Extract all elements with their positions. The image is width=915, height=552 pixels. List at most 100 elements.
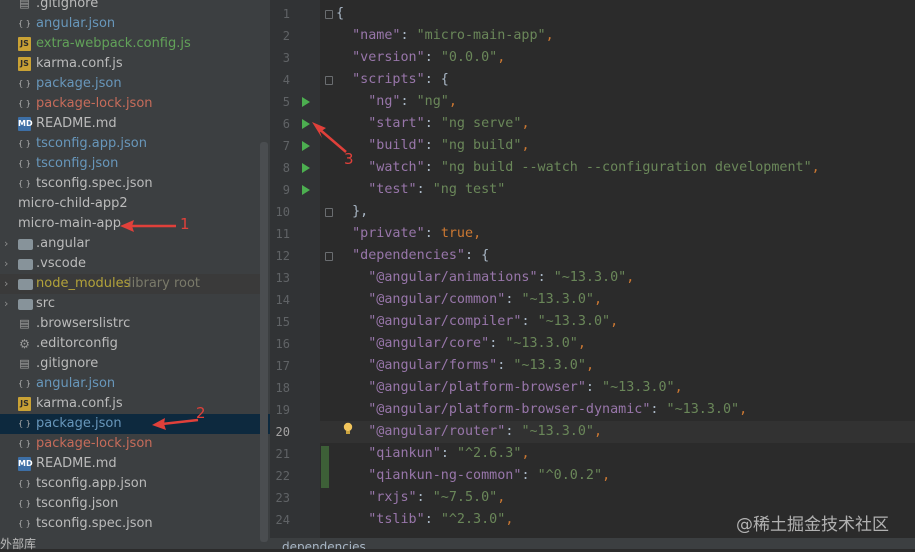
code-token: : xyxy=(424,138,441,153)
chevron-right-icon[interactable]: › xyxy=(4,254,14,274)
line-number: 16 xyxy=(275,337,290,351)
tree-item[interactable]: { } tsconfig.json xyxy=(0,154,260,174)
fold-marker-icon[interactable] xyxy=(325,252,333,261)
line-number: 5 xyxy=(282,95,290,109)
tree-item[interactable]: ▤ .browserslistrc xyxy=(0,314,260,334)
breadcrumb[interactable]: dependencies xyxy=(270,538,915,549)
code-token: "ng" xyxy=(368,94,401,109)
code-token: : xyxy=(440,446,457,461)
code-token: , xyxy=(497,50,506,65)
code-token: { xyxy=(336,6,345,21)
tree-item[interactable]: ▤ .gitignore xyxy=(0,0,260,14)
tree-item[interactable]: { } angular.json xyxy=(0,14,260,34)
json-file-icon: { } xyxy=(18,179,31,188)
tree-item[interactable]: JS karma.conf.js xyxy=(0,54,260,74)
annotation-label-2: 2 xyxy=(196,404,206,422)
code-token: "~13.3.0" xyxy=(553,270,627,285)
sidebar-scrollbar[interactable] xyxy=(260,142,268,542)
run-script-icon[interactable] xyxy=(302,97,310,107)
code-line: "qiankun-ng-common": "^0.0.2", xyxy=(336,465,610,487)
tree-item[interactable]: { } package-lock.json xyxy=(0,94,260,114)
chevron-right-icon[interactable]: › xyxy=(4,234,14,254)
js-file-icon: JS xyxy=(18,397,31,411)
tree-item[interactable]: { } angular.json xyxy=(0,374,260,394)
tree-item[interactable]: { } tsconfig.app.json xyxy=(0,474,260,494)
tree-item-label: package.json xyxy=(36,76,122,91)
tree-item[interactable]: ⚙ .editorconfig xyxy=(0,334,260,354)
code-token: : xyxy=(416,490,433,505)
tree-item[interactable]: › src xyxy=(0,294,260,314)
code-line: "test": "ng test" xyxy=(336,179,505,201)
code-token: "@angular/compiler" xyxy=(368,314,522,329)
tree-item[interactable]: micro-child-app2 xyxy=(0,194,260,214)
line-number: 14 xyxy=(275,293,290,307)
code-line: "@angular/forms": "~13.3.0", xyxy=(336,355,594,377)
code-token: : xyxy=(650,402,667,417)
code-token: , xyxy=(610,314,619,329)
tree-item[interactable]: ▤ .gitignore xyxy=(0,354,260,374)
code-token: : xyxy=(424,116,441,131)
run-script-icon[interactable] xyxy=(302,119,310,129)
code-token: : xyxy=(424,512,441,527)
tree-item[interactable]: › .vscode xyxy=(0,254,260,274)
code-token: : xyxy=(400,94,417,109)
tree-item[interactable]: JS karma.conf.js xyxy=(0,394,260,414)
fold-marker-icon[interactable] xyxy=(325,76,333,85)
tree-item[interactable]: { } tsconfig.json xyxy=(0,494,260,514)
lightbulb-icon[interactable] xyxy=(343,422,353,435)
code-token: "build" xyxy=(368,138,425,153)
text-file-icon: ▤ xyxy=(19,317,30,330)
fold-marker-icon[interactable] xyxy=(325,10,333,19)
tree-item-label: package.json xyxy=(36,416,122,431)
tree-item-label: angular.json xyxy=(36,16,116,31)
annotation-label-1: 1 xyxy=(180,215,190,233)
tree-item[interactable]: MD README.md xyxy=(0,454,260,474)
tree-item[interactable]: › node_modules library root xyxy=(0,274,260,294)
code-token: , xyxy=(585,358,594,373)
json-file-icon: { } xyxy=(18,439,31,448)
json-file-icon: { } xyxy=(18,79,31,88)
tree-item-label: micro-child-app2 xyxy=(18,196,128,211)
chevron-right-icon[interactable]: › xyxy=(4,294,14,314)
annotation-arrow-1 xyxy=(120,220,176,232)
json-file-icon: { } xyxy=(18,99,31,108)
chevron-right-icon[interactable]: › xyxy=(4,274,14,294)
code-token: : xyxy=(505,292,522,307)
tree-item[interactable]: { } package.json xyxy=(0,74,260,94)
fold-marker-icon[interactable] xyxy=(325,208,333,217)
code-token: "ng serve" xyxy=(440,116,522,131)
code-token: "qiankun" xyxy=(368,446,441,461)
line-number: 8 xyxy=(282,161,290,175)
code-token: "qiankun-ng-common" xyxy=(368,468,522,483)
tree-item[interactable]: JS extra-webpack.config.js xyxy=(0,34,260,54)
tree-item[interactable]: { } tsconfig.app.json xyxy=(0,134,260,154)
tree-item[interactable]: MD README.md xyxy=(0,114,260,134)
code-line: "name": "micro-main-app", xyxy=(336,25,554,47)
tree-item[interactable]: { } package.json xyxy=(0,414,270,434)
code-token: , xyxy=(594,424,603,439)
breadcrumb-item[interactable]: dependencies xyxy=(282,538,366,549)
tree-item[interactable]: { } package-lock.json xyxy=(0,434,260,454)
line-number: 1 xyxy=(282,7,290,21)
tree-item-label: tsconfig.app.json xyxy=(36,136,147,151)
code-token: "micro-main-app" xyxy=(416,28,546,43)
tree-item-label: README.md xyxy=(36,456,117,471)
tree-item[interactable]: { } tsconfig.spec.json xyxy=(0,174,260,194)
run-script-icon[interactable] xyxy=(302,163,310,173)
run-script-icon[interactable] xyxy=(302,185,310,195)
tree-item-label: tsconfig.json xyxy=(36,156,119,171)
code-line: "@angular/animations": "~13.3.0", xyxy=(336,267,634,289)
code-token: , xyxy=(545,28,554,43)
tree-item-label: micro-main-app xyxy=(18,216,122,231)
external-libraries-item[interactable]: 外部库 xyxy=(0,535,36,552)
line-number: 22 xyxy=(275,469,290,483)
code-token: , xyxy=(602,468,611,483)
code-token: : { xyxy=(424,72,449,87)
tree-item[interactable]: { } tsconfig.spec.json xyxy=(0,514,260,534)
run-script-icon[interactable] xyxy=(302,141,310,151)
tree-item[interactable]: › .angular xyxy=(0,234,260,254)
code-token: "version" xyxy=(352,50,425,65)
